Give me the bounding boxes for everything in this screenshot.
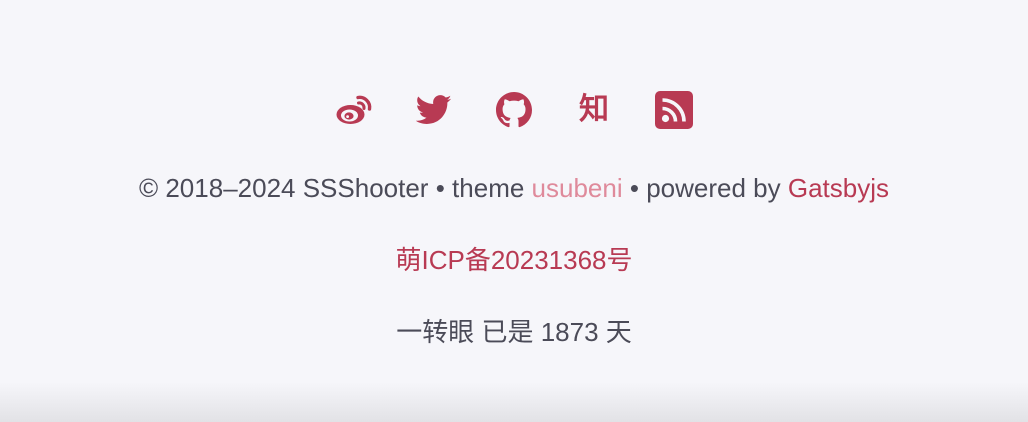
theme-link[interactable]: usubeni [532, 173, 623, 203]
github-icon [496, 92, 532, 128]
weibo-link[interactable] [334, 90, 374, 130]
zhihu-link[interactable]: 知 [574, 90, 614, 130]
separator-bullet: • [629, 173, 639, 203]
days-prefix: 一转眼 已是 [396, 317, 534, 347]
separator-bullet: • [435, 173, 445, 203]
icp-line: 萌ICP备20231368号 [0, 243, 1028, 277]
weibo-icon [336, 95, 372, 124]
days-count: 1873 [540, 317, 599, 347]
icp-link[interactable]: 萌ICP备20231368号 [395, 245, 632, 275]
gatsby-link[interactable]: Gatsbyjs [788, 173, 889, 203]
rss-link[interactable] [654, 90, 694, 130]
copyright-line: © 2018–2024 SSShooter • theme usubeni • … [0, 171, 1028, 205]
site-footer: 知 © 2018–2024 SSShooter • theme usubeni … [0, 0, 1028, 422]
zhihu-icon: 知 [579, 92, 609, 127]
twitter-link[interactable] [414, 90, 454, 130]
github-link[interactable] [494, 90, 534, 130]
twitter-icon [416, 95, 452, 124]
rss-icon [655, 91, 693, 129]
copyright-text: © 2018–2024 SSShooter [138, 173, 429, 203]
theme-label: theme [452, 173, 525, 203]
powered-by-label: powered by [646, 173, 781, 203]
social-links: 知 [0, 90, 1028, 130]
days-counter-line: 一转眼 已是 1873 天 [0, 315, 1028, 349]
bottom-shade [0, 382, 1028, 422]
days-suffix: 天 [605, 317, 632, 347]
